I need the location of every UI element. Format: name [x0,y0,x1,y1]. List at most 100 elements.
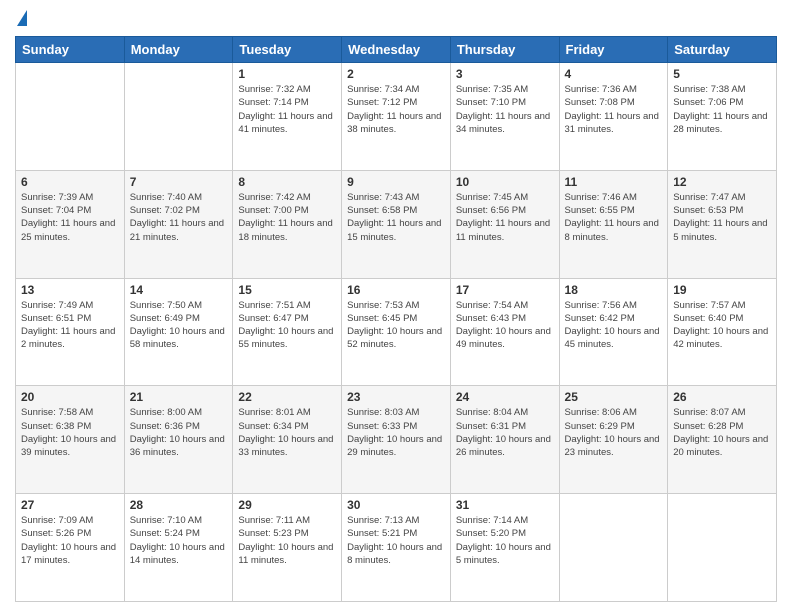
calendar-cell: 31 Sunrise: 7:14 AM Sunset: 5:20 PM Dayli… [450,494,559,602]
calendar-cell: 17 Sunrise: 7:54 AM Sunset: 6:43 PM Dayli… [450,278,559,386]
calendar-cell: 14 Sunrise: 7:50 AM Sunset: 6:49 PM Dayli… [124,278,233,386]
calendar-cell: 16 Sunrise: 7:53 AM Sunset: 6:45 PM Dayli… [342,278,451,386]
day-detail: Sunrise: 7:54 AM Sunset: 6:43 PM Dayligh… [456,299,554,352]
logo-arrow-icon [17,10,27,26]
day-number: 29 [238,498,336,512]
calendar-cell: 3 Sunrise: 7:35 AM Sunset: 7:10 PM Daylig… [450,63,559,171]
calendar-cell: 13Sunrise: 7:49 AM Sunset: 6:51 PM Dayli… [16,278,125,386]
day-detail: Sunrise: 7:35 AM Sunset: 7:10 PM Dayligh… [456,83,554,136]
day-detail: Sunrise: 7:57 AM Sunset: 6:40 PM Dayligh… [673,299,771,352]
day-detail: Sunrise: 7:56 AM Sunset: 6:42 PM Dayligh… [565,299,663,352]
day-detail: Sunrise: 8:04 AM Sunset: 6:31 PM Dayligh… [456,406,554,459]
day-number: 3 [456,67,554,81]
day-detail: Sunrise: 7:58 AM Sunset: 6:38 PM Dayligh… [21,406,119,459]
calendar-week-row: 1 Sunrise: 7:32 AM Sunset: 7:14 PM Daylig… [16,63,777,171]
calendar-cell: 7Sunrise: 7:40 AM Sunset: 7:02 PM Daylig… [124,170,233,278]
day-number: 26 [673,390,771,404]
day-detail: Sunrise: 7:10 AM Sunset: 5:24 PM Dayligh… [130,514,228,567]
page: SundayMondayTuesdayWednesdayThursdayFrid… [0,0,792,612]
day-number: 31 [456,498,554,512]
day-detail: Sunrise: 7:09 AM Sunset: 5:26 PM Dayligh… [21,514,119,567]
calendar-cell: 12Sunrise: 7:47 AM Sunset: 6:53 PM Dayli… [668,170,777,278]
calendar-cell: 4 Sunrise: 7:36 AM Sunset: 7:08 PM Daylig… [559,63,668,171]
calendar-cell: 8 Sunrise: 7:42 AM Sunset: 7:00 PM Daylig… [233,170,342,278]
calendar-cell: 1 Sunrise: 7:32 AM Sunset: 7:14 PM Daylig… [233,63,342,171]
calendar-cell: 26 Sunrise: 8:07 AM Sunset: 6:28 PM Dayli… [668,386,777,494]
day-number: 13 [21,283,119,297]
day-detail: Sunrise: 8:03 AM Sunset: 6:33 PM Dayligh… [347,406,445,459]
day-number: 5 [673,67,771,81]
day-number: 6 [21,175,119,189]
day-number: 2 [347,67,445,81]
day-detail: Sunrise: 7:50 AM Sunset: 6:49 PM Dayligh… [130,299,228,352]
day-detail: Sunrise: 8:07 AM Sunset: 6:28 PM Dayligh… [673,406,771,459]
calendar-cell [124,63,233,171]
calendar-cell [668,494,777,602]
calendar-cell: 21 Sunrise: 8:00 AM Sunset: 6:36 PM Dayli… [124,386,233,494]
day-number: 16 [347,283,445,297]
day-detail: Sunrise: 7:36 AM Sunset: 7:08 PM Dayligh… [565,83,663,136]
logo [15,10,27,28]
calendar-week-row: 6 Sunrise: 7:39 AM Sunset: 7:04 PM Daylig… [16,170,777,278]
day-number: 19 [673,283,771,297]
day-detail: Sunrise: 7:46 AM Sunset: 6:55 PM Dayligh… [565,191,663,244]
weekday-header: Tuesday [233,37,342,63]
day-detail: Sunrise: 7:47 AM Sunset: 6:53 PM Dayligh… [673,191,771,244]
calendar-cell: 2 Sunrise: 7:34 AM Sunset: 7:12 PM Daylig… [342,63,451,171]
calendar-week-row: 20 Sunrise: 7:58 AM Sunset: 6:38 PM Dayli… [16,386,777,494]
calendar-cell: 28 Sunrise: 7:10 AM Sunset: 5:24 PM Dayli… [124,494,233,602]
day-detail: Sunrise: 7:39 AM Sunset: 7:04 PM Dayligh… [21,191,119,244]
day-detail: Sunrise: 7:51 AM Sunset: 6:47 PM Dayligh… [238,299,336,352]
day-detail: Sunrise: 7:42 AM Sunset: 7:00 PM Dayligh… [238,191,336,244]
day-number: 25 [565,390,663,404]
day-detail: Sunrise: 7:34 AM Sunset: 7:12 PM Dayligh… [347,83,445,136]
calendar-cell: 27 Sunrise: 7:09 AM Sunset: 5:26 PM Dayli… [16,494,125,602]
day-detail: Sunrise: 7:53 AM Sunset: 6:45 PM Dayligh… [347,299,445,352]
day-number: 8 [238,175,336,189]
calendar-week-row: 13Sunrise: 7:49 AM Sunset: 6:51 PM Dayli… [16,278,777,386]
calendar-cell: 22 Sunrise: 8:01 AM Sunset: 6:34 PM Dayli… [233,386,342,494]
header [15,10,777,28]
day-number: 20 [21,390,119,404]
calendar-cell: 24 Sunrise: 8:04 AM Sunset: 6:31 PM Dayli… [450,386,559,494]
calendar-cell: 19 Sunrise: 7:57 AM Sunset: 6:40 PM Dayli… [668,278,777,386]
day-detail: Sunrise: 7:13 AM Sunset: 5:21 PM Dayligh… [347,514,445,567]
calendar: SundayMondayTuesdayWednesdayThursdayFrid… [15,36,777,602]
day-number: 4 [565,67,663,81]
day-number: 11 [565,175,663,189]
day-detail: Sunrise: 7:32 AM Sunset: 7:14 PM Dayligh… [238,83,336,136]
day-number: 7 [130,175,228,189]
day-detail: Sunrise: 8:01 AM Sunset: 6:34 PM Dayligh… [238,406,336,459]
calendar-cell [16,63,125,171]
day-number: 22 [238,390,336,404]
day-detail: Sunrise: 8:00 AM Sunset: 6:36 PM Dayligh… [130,406,228,459]
calendar-cell: 20 Sunrise: 7:58 AM Sunset: 6:38 PM Dayli… [16,386,125,494]
day-number: 18 [565,283,663,297]
calendar-cell: 25 Sunrise: 8:06 AM Sunset: 6:29 PM Dayli… [559,386,668,494]
calendar-cell: 9Sunrise: 7:43 AM Sunset: 6:58 PM Daylig… [342,170,451,278]
day-number: 21 [130,390,228,404]
day-number: 30 [347,498,445,512]
day-detail: Sunrise: 7:43 AM Sunset: 6:58 PM Dayligh… [347,191,445,244]
calendar-cell [559,494,668,602]
weekday-header: Friday [559,37,668,63]
day-number: 14 [130,283,228,297]
calendar-cell: 6 Sunrise: 7:39 AM Sunset: 7:04 PM Daylig… [16,170,125,278]
day-detail: Sunrise: 7:38 AM Sunset: 7:06 PM Dayligh… [673,83,771,136]
calendar-cell: 5 Sunrise: 7:38 AM Sunset: 7:06 PM Daylig… [668,63,777,171]
calendar-cell: 11 Sunrise: 7:46 AM Sunset: 6:55 PM Dayli… [559,170,668,278]
weekday-header: Monday [124,37,233,63]
day-detail: Sunrise: 7:14 AM Sunset: 5:20 PM Dayligh… [456,514,554,567]
weekday-header: Wednesday [342,37,451,63]
calendar-cell: 10Sunrise: 7:45 AM Sunset: 6:56 PM Dayli… [450,170,559,278]
day-detail: Sunrise: 8:06 AM Sunset: 6:29 PM Dayligh… [565,406,663,459]
day-number: 17 [456,283,554,297]
day-number: 1 [238,67,336,81]
day-number: 24 [456,390,554,404]
day-number: 15 [238,283,336,297]
day-number: 28 [130,498,228,512]
calendar-cell: 29Sunrise: 7:11 AM Sunset: 5:23 PM Dayli… [233,494,342,602]
day-number: 23 [347,390,445,404]
day-number: 27 [21,498,119,512]
day-number: 10 [456,175,554,189]
